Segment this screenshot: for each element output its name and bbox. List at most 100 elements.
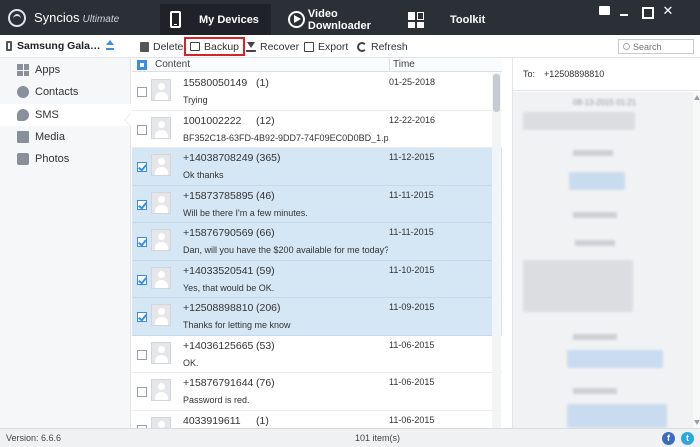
refresh-label: Refresh <box>371 40 408 53</box>
toolkit-icon <box>408 11 424 28</box>
sidebar-item-sms[interactable]: SMS <box>0 104 131 126</box>
search-icon <box>623 43 630 50</box>
refresh-icon <box>357 41 367 52</box>
column-divider[interactable] <box>389 58 390 72</box>
backup-button[interactable]: Backup <box>184 37 246 56</box>
refresh-button[interactable]: Refresh <box>353 37 412 56</box>
avatar <box>151 379 171 401</box>
conversation-date <box>573 388 617 394</box>
row-checkbox[interactable] <box>137 162 147 172</box>
column-header-content[interactable]: Content <box>155 59 190 70</box>
facebook-icon[interactable]: f <box>662 432 675 445</box>
row-date: 11-10-2015 <box>389 264 435 275</box>
avatar <box>151 154 171 176</box>
sidebar-item-media[interactable]: Media <box>0 126 131 148</box>
tab-toolkit-label: Toolkit <box>450 13 486 26</box>
app-name: Syncios Ultimate <box>34 10 120 25</box>
row-date: 11-11-2015 <box>389 227 434 237</box>
row-number: +15873785895 <box>183 189 254 202</box>
column-header-time[interactable]: Time <box>393 59 415 70</box>
row-count: (365) <box>256 152 281 164</box>
tab-my-devices-label: My Devices <box>199 13 259 26</box>
status-bar: Version: 6.6.6 101 item(s) f t <box>0 428 700 447</box>
list-header: Content Time <box>132 58 502 72</box>
search-box[interactable] <box>618 39 694 54</box>
table-row[interactable]: +15876790569 (66) Dan, will you have the… <box>132 223 502 261</box>
tab-toolkit[interactable]: Toolkit <box>403 4 503 35</box>
row-preview: Thanks for letting me know <box>183 320 291 330</box>
device-selector[interactable]: Samsung Galaxy Z... <box>0 35 131 58</box>
row-date: 11-06-2015 <box>389 377 435 387</box>
table-row[interactable]: 4033919611 (1) 11-06-2015 <box>132 410 502 428</box>
delete-button[interactable]: Delete <box>136 37 187 56</box>
scroll-down-icon[interactable] <box>694 420 700 425</box>
feedback-icon[interactable] <box>597 4 611 18</box>
table-row[interactable]: +15873785895 (46) Will be there I'm a fe… <box>132 185 502 223</box>
row-preview: BF352C18-63FD-4B92-9DD7-74F09EC0D0BD_1.p… <box>183 132 388 143</box>
sidebar-item-apps[interactable]: Apps <box>0 59 131 81</box>
maximize-button[interactable] <box>639 4 654 19</box>
sidebar: Samsung Galaxy Z... Apps Contacts SMS Me… <box>0 35 132 428</box>
tab-my-devices[interactable]: My Devices <box>160 4 271 35</box>
select-all-checkbox[interactable] <box>137 60 147 70</box>
row-checkbox[interactable] <box>137 387 147 397</box>
close-button[interactable]: ✕ <box>661 4 675 18</box>
message-bubble <box>523 112 635 130</box>
sidebar-item-label: Photos <box>35 153 70 165</box>
list-scroll-thumb[interactable] <box>493 74 500 112</box>
table-row[interactable]: +12508898810 (206) Thanks for letting me… <box>132 298 502 336</box>
avatar <box>151 266 171 289</box>
row-number: +14038708249 <box>183 152 254 164</box>
row-preview: OK. <box>183 357 199 368</box>
table-row[interactable]: +14036125665 (53) OK. 11-06-2015 <box>132 335 502 373</box>
eject-icon[interactable] <box>106 40 114 50</box>
row-checkbox[interactable] <box>137 199 147 210</box>
row-checkbox[interactable] <box>137 312 147 322</box>
row-number: +12508898810 <box>183 302 254 314</box>
table-row[interactable]: +14038708249 (365) Ok thanks 11-12-2015 <box>132 148 502 186</box>
items-count: 101 item(s) <box>355 433 401 443</box>
row-checkbox[interactable] <box>137 87 147 97</box>
export-button[interactable]: Export <box>300 37 352 56</box>
version-label: Version: 6.6.6 <box>6 433 62 443</box>
row-count: (1) <box>256 77 269 89</box>
sidebar-item-label: Media <box>35 131 65 143</box>
minimize-button[interactable] <box>617 4 631 18</box>
row-count: (53) <box>256 339 275 352</box>
avatar <box>151 116 171 139</box>
conversation-date: 08-13-2015 01:21 <box>573 98 637 107</box>
sidebar-item-contacts[interactable]: Contacts <box>0 81 131 103</box>
recover-button[interactable]: Recover <box>242 37 303 56</box>
conversation-scrollbar[interactable] <box>693 92 700 428</box>
row-count: (46) <box>256 189 275 202</box>
row-preview: Dan, will you have the $200 available fo… <box>183 245 388 255</box>
row-count: (12) <box>256 114 275 127</box>
row-checkbox[interactable] <box>137 274 147 285</box>
scroll-up-icon[interactable] <box>694 95 700 100</box>
sidebar-item-label: SMS <box>35 109 59 121</box>
table-row[interactable]: 15580050149 (1) Trying 01-25-2018 <box>132 73 502 111</box>
device-icon <box>6 41 12 51</box>
avatar <box>151 79 171 101</box>
row-number: 1001002222 <box>183 114 242 127</box>
list-scrollbar[interactable] <box>492 73 501 428</box>
media-icon <box>17 131 29 143</box>
sidebar-item-photos[interactable]: Photos <box>0 148 131 170</box>
device-name: Samsung Galaxy Z... <box>17 40 102 52</box>
row-checkbox[interactable] <box>137 124 147 135</box>
row-checkbox[interactable] <box>137 237 147 247</box>
row-number: +14033520541 <box>183 264 254 277</box>
table-row[interactable]: +14033520541 (59) Yes, that would be OK.… <box>132 260 502 298</box>
phone-icon <box>170 11 181 28</box>
search-input[interactable] <box>633 41 689 52</box>
row-date: 11-06-2015 <box>389 414 435 425</box>
twitter-icon[interactable]: t <box>681 432 694 445</box>
row-number: +14036125665 <box>183 339 254 352</box>
sidebar-item-label: Contacts <box>35 86 79 98</box>
tab-video-downloader[interactable]: Video Downloader <box>283 4 403 35</box>
table-row[interactable]: +15876791644 (76) Password is red. 11-06… <box>132 373 502 411</box>
toolbar: Delete Backup Recover Export Refresh <box>132 35 700 58</box>
row-checkbox[interactable] <box>137 349 147 360</box>
row-date: 11-11-2015 <box>389 189 434 200</box>
table-row[interactable]: 1001002222 (12) BF352C18-63FD-4B92-9DD7-… <box>132 110 502 148</box>
